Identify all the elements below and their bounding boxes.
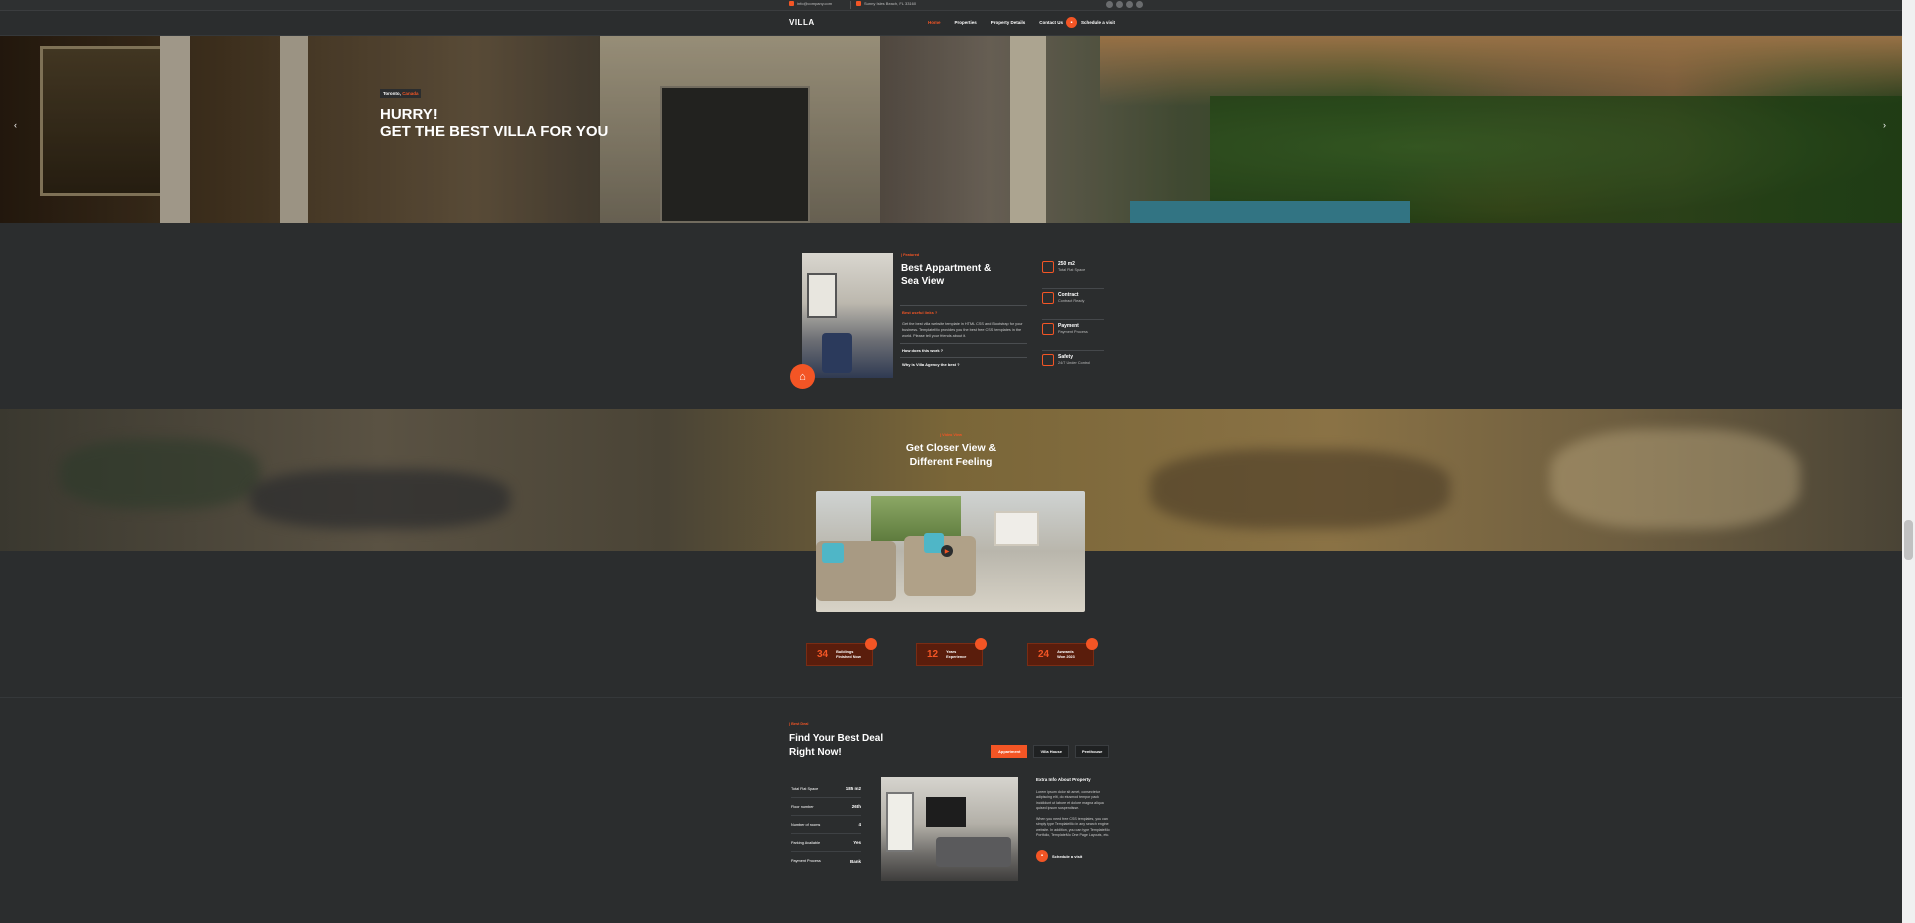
- envelope-icon: [789, 1, 794, 6]
- stat-sub: Payment Process: [1058, 330, 1088, 334]
- play-icon[interactable]: ▶: [941, 545, 953, 557]
- deal-image: [881, 777, 1018, 881]
- counter-label: Years Experience: [946, 649, 967, 659]
- stat-sub: 24/7 Under Control: [1058, 361, 1091, 365]
- faq-accordion: Best useful links ? Get the best villa w…: [900, 305, 1027, 371]
- table-row: Payment Process Bank: [791, 858, 861, 864]
- site-logo[interactable]: VILLA: [789, 18, 815, 27]
- email-text[interactable]: info@company.com: [797, 1, 832, 6]
- stat-item: 250 m2 Total Flat Space: [1042, 258, 1104, 289]
- location-tag: Toronto, Canada: [380, 89, 422, 98]
- accordion-item-useful-links[interactable]: Best useful links ?: [900, 305, 1027, 319]
- video-subheading: | Video View: [939, 433, 963, 437]
- contract-icon: [1042, 292, 1054, 304]
- table-row: Total Flat Space 185 m2: [791, 780, 861, 798]
- stat-item: Safety 24/7 Under Control: [1042, 351, 1104, 382]
- stat-title: Payment: [1058, 323, 1079, 329]
- deal-tabs: Appartment Villa House Penthouse: [991, 745, 1110, 758]
- counter-dot: [865, 638, 877, 650]
- stat-title: 250 m2: [1058, 261, 1075, 267]
- instagram-icon[interactable]: [1136, 1, 1143, 8]
- nav-item-property-details[interactable]: Property Details: [991, 20, 1026, 25]
- accordion-item-how-it-works[interactable]: How does this work ?: [900, 343, 1027, 357]
- counter-label: Awwards Won 2023: [1057, 649, 1075, 659]
- deal-schedule-button[interactable]: ▪ Schedule a visit: [1036, 850, 1114, 863]
- counter-years: 12 Years Experience: [916, 638, 987, 666]
- extra-info-title: Extra Info About Property: [1036, 777, 1091, 782]
- video-title-text: Get Closer View & Different Feeling: [905, 442, 997, 468]
- calendar-icon: ▪: [1066, 17, 1077, 28]
- featured-image: [802, 253, 893, 378]
- carousel-prev-icon[interactable]: ‹: [14, 120, 17, 130]
- schedule-visit-button[interactable]: ▪ Schedule a visit: [1066, 17, 1115, 28]
- page-scrollbar[interactable]: [1902, 0, 1915, 923]
- counter-buildings: 34 Buildings Finished Now: [806, 638, 877, 666]
- address-info: Sunny Isles Beach, FL 33160: [856, 1, 916, 6]
- tab-appartment[interactable]: Appartment: [991, 745, 1028, 758]
- table-row: Number of rooms 4: [791, 816, 861, 834]
- carousel-next-icon[interactable]: ›: [1883, 120, 1886, 130]
- main-navigation: VILLA Home Properties Property Details C…: [0, 12, 1915, 36]
- top-info-bar: info@company.com Sunny Isles Beach, FL 3…: [0, 0, 1915, 11]
- email-info: info@company.com: [789, 1, 832, 6]
- facebook-icon[interactable]: [1106, 1, 1113, 8]
- scrollbar-thumb[interactable]: [1904, 520, 1913, 560]
- accordion-body: Get the best villa website template in H…: [902, 322, 1023, 338]
- area-icon: [1042, 261, 1054, 273]
- payment-icon: [1042, 323, 1054, 335]
- stat-title: Contract: [1058, 292, 1079, 298]
- counter-number: 24: [1038, 649, 1050, 660]
- table-row: Floor number 26th: [791, 798, 861, 816]
- featured-subheading: | Featured: [901, 253, 920, 257]
- counter-label: Buildings Finished Now: [836, 649, 861, 659]
- nav-item-properties[interactable]: Properties: [955, 20, 977, 25]
- twitter-icon[interactable]: [1116, 1, 1123, 8]
- featured-badge-icon: ⌂: [790, 364, 815, 389]
- stat-item: Payment Payment Process: [1042, 320, 1104, 351]
- counter-dot: [1086, 638, 1098, 650]
- property-info-table: Total Flat Space 185 m2 Floor number 26th …: [791, 780, 861, 870]
- hero-heading: Hurry! Get the Best Villa for you: [380, 106, 608, 140]
- accordion-item-why-villa[interactable]: Why is Villa Agency the best ?: [900, 357, 1027, 371]
- counter-number: 34: [817, 649, 829, 660]
- deal-subheading: | Best Deal: [789, 722, 809, 726]
- video-thumbnail[interactable]: ▶: [816, 491, 1085, 612]
- nav-menu: Home Properties Property Details Contact…: [928, 20, 1063, 25]
- extra-info-paragraph: Lorem ipsum dolor sit amet, consectetur …: [1036, 790, 1104, 810]
- social-links: [1106, 1, 1143, 8]
- video-title: Get Closer View & Different Feeling: [0, 441, 1902, 469]
- map-pin-icon: [856, 1, 861, 6]
- hero-banner: Toronto, Canada Hurry! Get the Best Vill…: [0, 36, 1902, 223]
- tab-villa-house[interactable]: Villa House: [1033, 745, 1069, 758]
- calendar-icon: ▪: [1036, 850, 1048, 863]
- table-row: Parking Available Yes: [791, 834, 861, 852]
- deal-schedule-label: Schedule a visit: [1052, 853, 1083, 859]
- counter-awards: 24 Awwards Won 2023: [1027, 638, 1098, 666]
- counter-number: 12: [927, 649, 939, 660]
- hero-line-1: Hurry!: [380, 106, 438, 123]
- hero-line-2: Get the Best Villa for you: [380, 123, 609, 140]
- featured-title: Best Appartment & Sea View: [901, 263, 992, 287]
- stat-sub: Contract Ready: [1058, 299, 1085, 303]
- linkedin-icon[interactable]: [1126, 1, 1133, 8]
- nav-item-contact[interactable]: Contact Us: [1039, 20, 1063, 25]
- divider: [850, 1, 851, 9]
- extra-info: Extra Info About Property Lorem ipsum do…: [1036, 777, 1114, 863]
- extra-info-paragraph: When you need free CSS templates, you ca…: [1036, 817, 1110, 838]
- stat-sub: Total Flat Space: [1058, 268, 1086, 272]
- feature-stats: 250 m2 Total Flat Space Contract Contract …: [1042, 258, 1104, 382]
- stat-title: Safety: [1058, 354, 1074, 360]
- counter-dot: [975, 638, 987, 650]
- address-text: Sunny Isles Beach, FL 33160: [864, 1, 917, 6]
- tab-penthouse[interactable]: Penthouse: [1074, 745, 1110, 758]
- location-country: Canada: [402, 91, 419, 96]
- safety-icon: [1042, 354, 1054, 366]
- location-city: Toronto,: [383, 91, 401, 96]
- deal-title: Find Your Best Deal Right Now!: [789, 733, 884, 758]
- nav-item-home[interactable]: Home: [928, 20, 941, 25]
- schedule-label: Schedule a visit: [1081, 20, 1116, 25]
- stat-item: Contract Contract Ready: [1042, 289, 1104, 320]
